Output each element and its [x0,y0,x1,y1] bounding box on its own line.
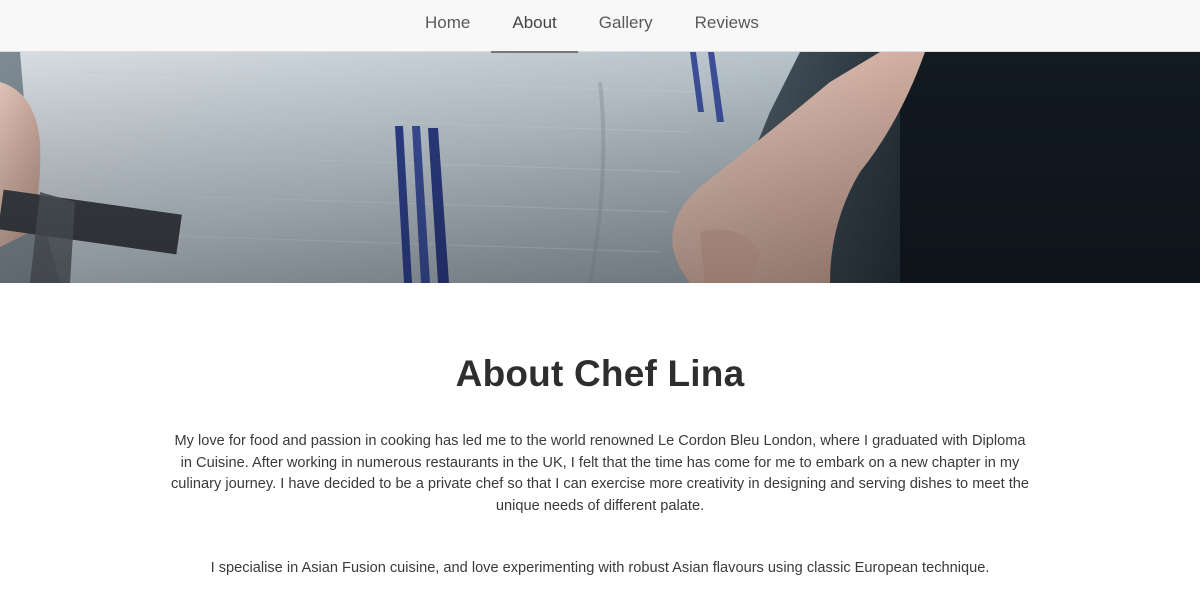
top-navbar: Home About Gallery Reviews [0,0,1200,53]
nav-link-about[interactable]: About [491,0,579,53]
chef-apron-photo [0,52,1200,283]
nav-link-reviews[interactable]: Reviews [674,0,780,52]
nav-menu: Home About Gallery Reviews [404,0,780,53]
hero-banner-image [0,52,1200,283]
nav-link-reviews-label: Reviews [694,13,759,32]
about-title: About Chef Lina [455,353,745,394]
about-paragraph-1: My love for food and passion in cooking … [171,433,1029,514]
nav-link-home-label: Home [425,13,471,32]
nav-link-gallery-label: Gallery [598,13,653,32]
nav-link-gallery[interactable]: Gallery [578,0,674,52]
nav-link-about-label: About [512,13,557,32]
about-paragraph-2: I specialise in Asian Fusion cuisine, an… [210,560,990,576]
nav-link-home[interactable]: Home [404,0,491,52]
about-section: About Chef Lina My love for food and pas… [0,283,1200,594]
